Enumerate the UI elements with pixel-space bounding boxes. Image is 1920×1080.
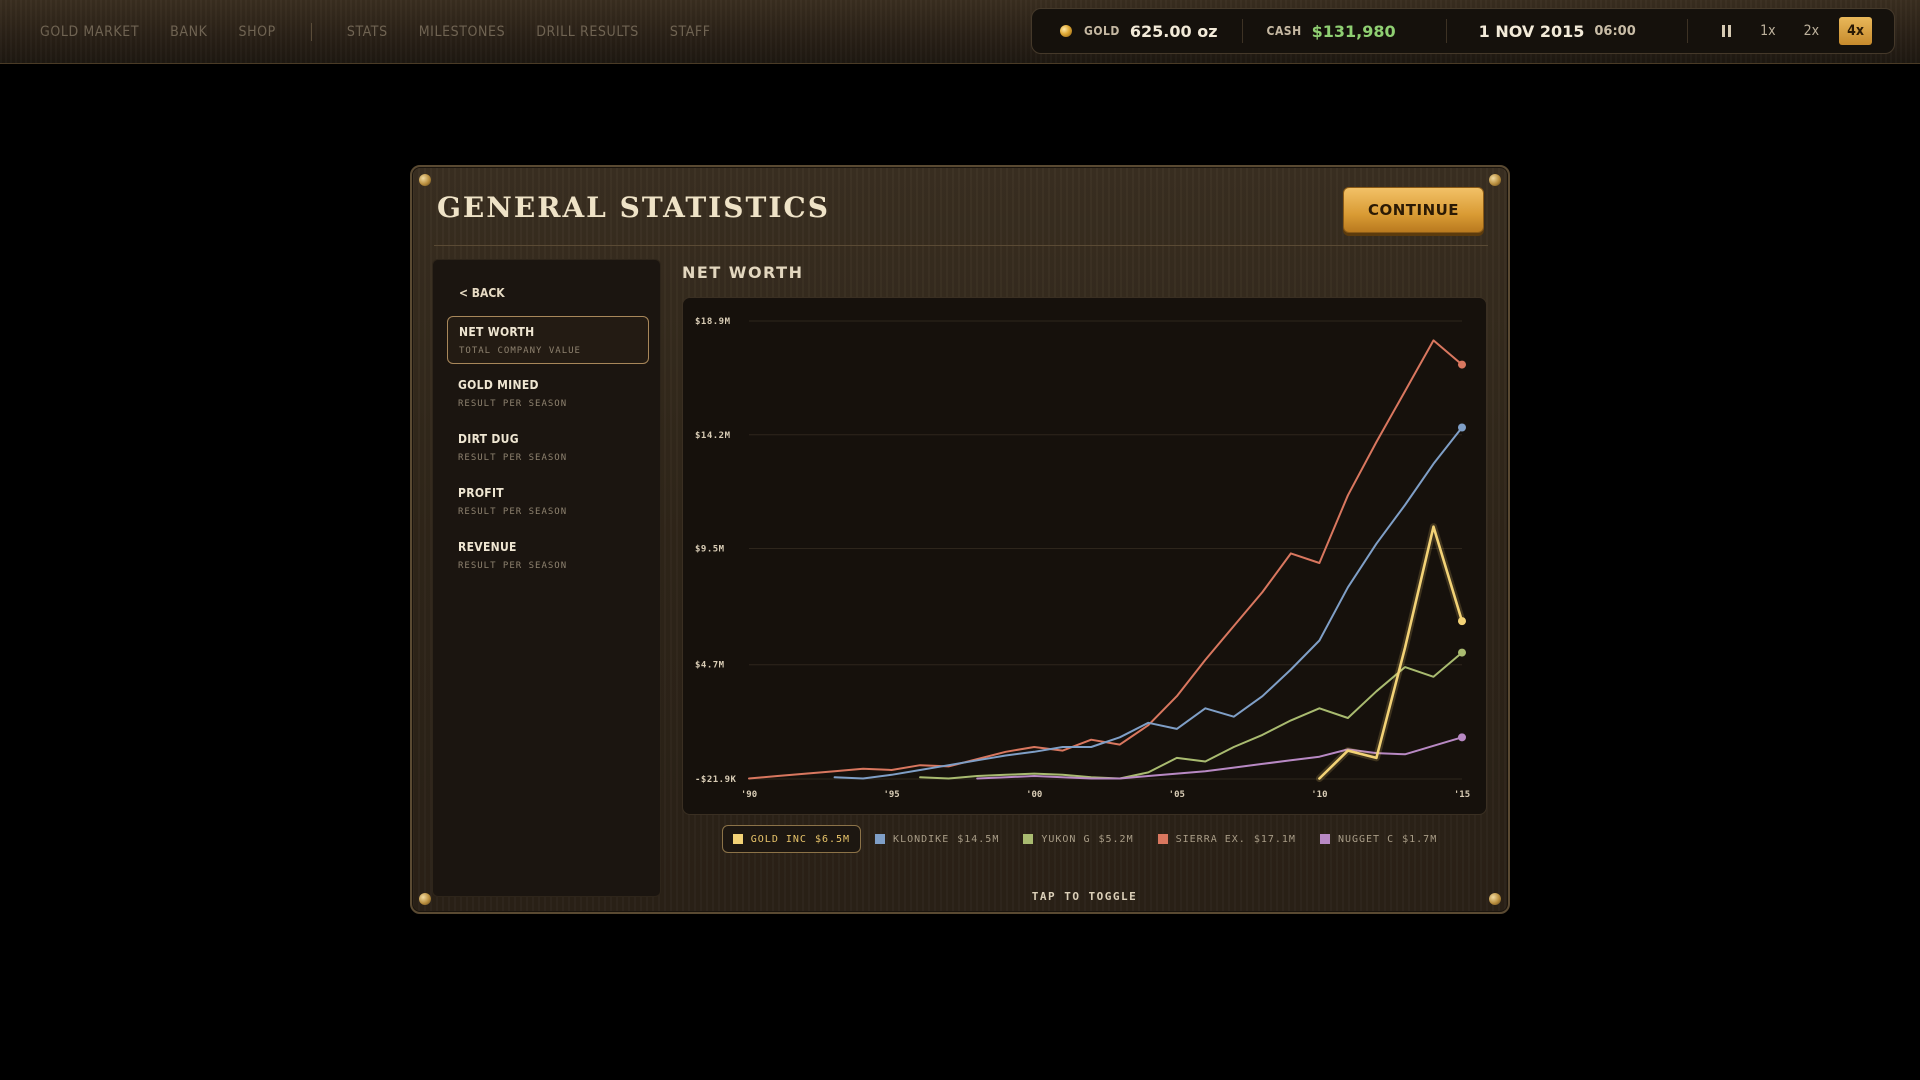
game-time: 06:00 [1594, 23, 1636, 39]
series-glow-gold-inc [1315, 523, 1466, 782]
legend-name: SIERRA EX. [1175, 833, 1246, 845]
gold-label: GOLD [1084, 24, 1120, 38]
chart-svg: -$21.9K $4.7M $9.5M $14.2M $18.9M '90 '95 '00 '0… [695, 317, 1470, 800]
sidebar-item-profit[interactable]: PROFIT RESULT PER SEASON [447, 478, 649, 526]
sidebar-item-net-worth[interactable]: NET WORTH TOTAL COMPANY VALUE [447, 316, 649, 364]
net-worth-chart: -$21.9K $4.7M $9.5M $14.2M $18.9M '90 '95 '00 '0… [682, 297, 1487, 815]
rivet [1489, 174, 1501, 186]
speed-2x-button[interactable]: 2x [1796, 17, 1827, 45]
sidebar-item-title: DIRT DUG [458, 432, 519, 446]
top-bar: GOLD MARKET BANK SHOP STATS MILESTONES D… [0, 0, 1920, 64]
rivet [1489, 893, 1501, 905]
sidebar-item-subtitle: RESULT PER SEASON [458, 507, 568, 517]
panel-title: GENERAL STATISTICS [437, 191, 830, 224]
legend-swatch [875, 834, 886, 844]
back-button[interactable]: < BACK [459, 286, 505, 300]
series-line-gold-inc [1318, 525, 1464, 780]
y-tick-label: $4.7M [695, 661, 725, 671]
nav-staff[interactable]: STAFF [670, 24, 711, 40]
y-tick-label: $18.9M [695, 317, 731, 327]
x-tick-label: '15 [1454, 790, 1470, 800]
legend-item-yukon-g[interactable]: YUKON G $5.2M [1013, 825, 1143, 853]
series-endpoint-yukon-g [1458, 648, 1466, 657]
nav-stats[interactable]: STATS [347, 24, 388, 40]
hud-divider [1241, 19, 1243, 43]
legend-name: NUGGET C [1337, 833, 1395, 845]
x-tick-label: '05 [1169, 790, 1185, 800]
rivet [419, 174, 431, 186]
series-line-yukon-g [919, 651, 1463, 780]
series-line-nugget-c [976, 736, 1463, 780]
legend-value: $17.1M [1253, 833, 1296, 845]
sidebar-item-subtitle: TOTAL COMPANY VALUE [459, 346, 581, 356]
nav-milestones[interactable]: MILESTONES [419, 24, 506, 40]
nav-gold-market[interactable]: GOLD MARKET [40, 24, 139, 40]
legend-name: KLONDIKE [893, 833, 950, 845]
statistics-panel: GENERAL STATISTICS CONTINUE < BACK NET W… [410, 165, 1510, 914]
rivet [419, 893, 431, 905]
sidebar-item-revenue[interactable]: REVENUE RESULT PER SEASON [447, 532, 649, 580]
status-hud: GOLD 625.00 oz CASH $131,980 1 NOV 2015 … [1031, 8, 1895, 54]
pause-icon [1721, 25, 1731, 37]
hud-divider [1445, 19, 1447, 43]
hud-divider [1687, 19, 1689, 43]
chart-legend: GOLD INC $6.5M KLONDIKE $14.5M YUKON G $… [682, 824, 1487, 854]
x-tick-label: '10 [1311, 790, 1327, 800]
legend-value: $1.7M [1402, 833, 1438, 845]
y-tick-label: $14.2M [695, 431, 731, 441]
cash-label: CASH [1266, 24, 1302, 38]
legend-value: $6.5M [814, 833, 851, 845]
gold-coin-icon [1060, 25, 1072, 37]
sidebar-item-dirt-dug[interactable]: DIRT DUG RESULT PER SEASON [447, 424, 649, 472]
speed-1x-button[interactable]: 1x [1752, 17, 1783, 45]
x-tick-label: '90 [741, 790, 757, 800]
legend-swatch [732, 834, 743, 844]
legend-value: $14.5M [957, 833, 1000, 845]
sidebar-item-title: GOLD MINED [458, 378, 539, 392]
y-tick-label: -$21.9K [695, 775, 737, 785]
legend-item-sierra-ex[interactable]: SIERRA EX. $17.1M [1148, 825, 1306, 853]
x-tick-label: '95 [883, 790, 899, 800]
chart-heading: NET WORTH [682, 263, 804, 282]
continue-button[interactable]: CONTINUE [1343, 187, 1484, 233]
series-endpoint-gold-inc [1458, 617, 1466, 626]
sidebar-item-subtitle: RESULT PER SEASON [458, 561, 568, 571]
nav-divider [310, 23, 312, 41]
cash-value: $131,980 [1311, 21, 1396, 41]
game-date: 1 NOV 2015 [1478, 21, 1585, 41]
gold-value: 625.00 oz [1129, 21, 1218, 41]
legend-name: YUKON G [1041, 833, 1091, 845]
legend-swatch [1023, 834, 1034, 844]
pause-button[interactable] [1712, 17, 1740, 45]
tap-to-toggle-hint: TAP TO TOGGLE [1031, 890, 1138, 903]
sidebar-item-subtitle: RESULT PER SEASON [458, 453, 568, 463]
sidebar-item-title: REVENUE [458, 540, 517, 554]
sidebar-item-title: PROFIT [458, 486, 504, 500]
series-line-sierra-ex [748, 339, 1463, 780]
legend-item-klondike[interactable]: KLONDIKE $14.5M [865, 825, 1009, 853]
series-endpoint-nugget-c [1458, 733, 1466, 742]
legend-item-gold-inc[interactable]: GOLD INC $6.5M [721, 825, 862, 853]
speed-4x-button[interactable]: 4x [1839, 17, 1872, 45]
series-endpoint-sierra-ex [1458, 360, 1466, 369]
series-endpoint-klondike [1458, 423, 1466, 432]
legend-swatch [1319, 834, 1330, 844]
title-divider [434, 245, 1488, 246]
sidebar-item-subtitle: RESULT PER SEASON [458, 399, 568, 409]
stats-sidebar: < BACK NET WORTH TOTAL COMPANY VALUE GOL… [432, 259, 661, 897]
y-tick-label: $9.5M [695, 545, 725, 555]
legend-value: $5.2M [1098, 833, 1134, 845]
nav-drill-results[interactable]: DRILL RESULTS [536, 24, 639, 40]
x-tick-label: '00 [1026, 790, 1042, 800]
nav-bank[interactable]: BANK [170, 24, 207, 40]
sidebar-item-title: NET WORTH [459, 325, 535, 339]
main-nav: GOLD MARKET BANK SHOP STATS MILESTONES D… [40, 0, 711, 64]
speed-controls: 1x 2x 4x [1687, 17, 1872, 45]
legend-swatch [1157, 834, 1168, 844]
nav-shop[interactable]: SHOP [238, 24, 275, 40]
sidebar-item-gold-mined[interactable]: GOLD MINED RESULT PER SEASON [447, 370, 649, 418]
legend-name: GOLD INC [750, 833, 807, 845]
legend-item-nugget-c[interactable]: NUGGET C $1.7M [1310, 825, 1447, 853]
